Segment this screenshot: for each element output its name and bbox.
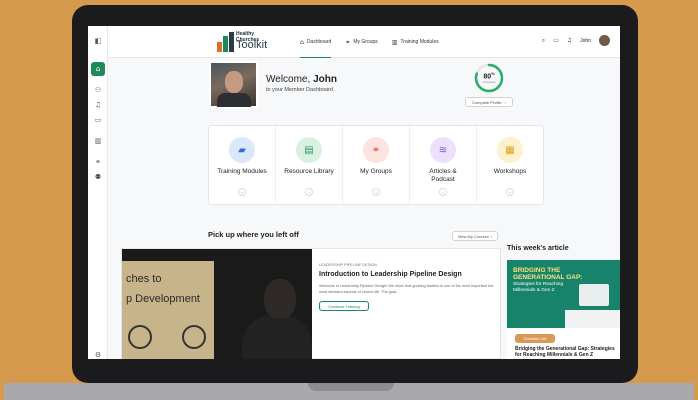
article-image-title: BRIDGING THE GENERATIONAL GAP: bbox=[513, 267, 583, 281]
nav-training-modules-label: Training Modules bbox=[400, 39, 439, 45]
chevron-right-icon[interactable]: › bbox=[372, 188, 380, 196]
bell-icon[interactable]: ♫ bbox=[91, 98, 105, 112]
card-label: Workshops bbox=[493, 168, 527, 175]
sidebar: ◧ ⌂ ⚇ ♫ ▭ ▥ ⚭ ⚉ ⚙ bbox=[88, 26, 108, 359]
welcome-name: John bbox=[313, 74, 337, 85]
profile-icon[interactable]: ⚉ bbox=[91, 170, 105, 184]
card-label: Training Modules bbox=[217, 168, 267, 175]
card-label: Resource Library bbox=[284, 168, 334, 175]
article-title[interactable]: Bridging the Generational Gap: Strategie… bbox=[515, 346, 620, 358]
logo-big-text: Toolkit bbox=[236, 39, 268, 51]
welcome-greeting: Welcome, bbox=[266, 74, 314, 85]
inbox-icon[interactable]: ▭ bbox=[553, 37, 559, 44]
profile-photo bbox=[209, 61, 258, 108]
chevron-right-icon[interactable]: › bbox=[439, 188, 447, 196]
dashboard-icon: ⌂ bbox=[300, 38, 304, 46]
workshops-icon: ▦ bbox=[497, 137, 523, 163]
welcome-subtitle: to your Member Dashboard bbox=[266, 87, 333, 93]
chevron-right-icon[interactable]: › bbox=[506, 188, 514, 196]
article-image-desk bbox=[565, 310, 620, 328]
inbox-icon[interactable]: ▭ bbox=[91, 113, 105, 127]
group-icon[interactable]: ⚭ bbox=[91, 155, 105, 169]
menu-toggle-icon[interactable]: ◧ bbox=[91, 34, 105, 48]
photo-body bbox=[217, 93, 251, 107]
header-actions: ⌕ ▭ ♫ John bbox=[542, 35, 610, 46]
article-tag[interactable]: Christian Life bbox=[515, 334, 555, 343]
logo-bars-icon bbox=[216, 32, 236, 52]
view-my-courses-button[interactable]: View My Courses › bbox=[452, 231, 498, 241]
course-card[interactable]: ches to p Development LEADERSHIP PIPELIN… bbox=[121, 248, 501, 359]
nav-dashboard[interactable]: ⌂ Dashboard bbox=[300, 37, 332, 58]
card-label: My Groups bbox=[360, 168, 392, 175]
user-icon[interactable]: ⚇ bbox=[91, 83, 105, 97]
slide-text: ches to p Development bbox=[126, 269, 200, 309]
home-icon[interactable]: ⌂ bbox=[91, 62, 105, 76]
course-category: LEADERSHIP PIPELINE DESIGN bbox=[319, 263, 377, 267]
article-image: BRIDGING THE GENERATIONAL GAP: Strategie… bbox=[507, 260, 620, 328]
resource-library-icon: ▤ bbox=[296, 137, 322, 163]
book-icon[interactable]: ▥ bbox=[91, 134, 105, 148]
presentation-slide: ches to p Development bbox=[122, 261, 214, 359]
presenter-head bbox=[264, 279, 296, 319]
settings-icon[interactable]: ⚙ bbox=[91, 348, 105, 359]
card-my-groups[interactable]: ⚭ My Groups › bbox=[343, 126, 410, 204]
progress-percent: 80% bbox=[473, 71, 505, 80]
article-heading: This week's article bbox=[507, 245, 569, 252]
article-image-monitor bbox=[579, 284, 609, 306]
complete-profile-button[interactable]: Complete Profile › bbox=[465, 97, 513, 107]
my-groups-icon: ⚭ bbox=[363, 137, 389, 163]
avatar[interactable] bbox=[599, 35, 610, 46]
article-card[interactable]: BRIDGING THE GENERATIONAL GAP: Strategie… bbox=[507, 260, 620, 359]
photo-face bbox=[225, 71, 243, 93]
slide-emblem bbox=[182, 325, 206, 349]
bell-icon[interactable]: ♫ bbox=[567, 37, 572, 44]
presenter-body bbox=[242, 315, 312, 359]
continue-section-title: Pick up where you left off bbox=[208, 230, 299, 239]
search-icon[interactable]: ⌕ bbox=[542, 37, 545, 45]
course-description: Welcome to Leadership Pipeline Design! W… bbox=[319, 284, 494, 294]
top-header: Healthy Churches Toolkit ⌂ Dashboard ⚭ M… bbox=[108, 26, 620, 58]
main-nav: ⌂ Dashboard ⚭ My Groups ▥ Training Modul… bbox=[300, 37, 439, 58]
slide-line-1: ches to bbox=[126, 273, 162, 285]
quick-links: ▰ Training Modules › ▤ Resource Library … bbox=[208, 125, 544, 205]
nav-my-groups-label: My Groups bbox=[353, 39, 378, 45]
groups-icon: ⚭ bbox=[345, 38, 351, 46]
chevron-right-icon[interactable]: › bbox=[238, 188, 246, 196]
card-label: Articles & Podcast bbox=[429, 168, 457, 183]
nav-training-modules[interactable]: ▥ Training Modules bbox=[392, 37, 439, 47]
course-thumbnail: ches to p Development bbox=[122, 249, 312, 359]
welcome-title: Welcome, John bbox=[266, 74, 337, 85]
training-modules-icon: ▰ bbox=[229, 137, 255, 163]
slide-emblem bbox=[128, 325, 152, 349]
course-title[interactable]: Introduction to Leadership Pipeline Desi… bbox=[319, 271, 462, 278]
card-resource-library[interactable]: ▤ Resource Library › bbox=[276, 126, 343, 204]
complete-profile-label: Complete Profile bbox=[472, 99, 502, 105]
healthy-churches-logo[interactable]: Healthy Churches Toolkit bbox=[216, 30, 272, 54]
article-image-subtitle: Strategies for Reaching Millennials & Ge… bbox=[513, 282, 564, 293]
training-icon: ▥ bbox=[391, 38, 398, 46]
rss-icon: ≋ bbox=[430, 137, 456, 163]
chevron-right-icon[interactable]: › bbox=[305, 188, 313, 196]
slide-line-2: p Development bbox=[126, 293, 200, 305]
card-articles-podcast[interactable]: ≋ Articles & Podcast › bbox=[410, 126, 477, 204]
continue-training-button[interactable]: Continue Training bbox=[319, 301, 369, 311]
app-screen: ◧ ⌂ ⚇ ♫ ▭ ▥ ⚭ ⚉ ⚙ Healthy Churches Toolk… bbox=[88, 26, 620, 359]
card-workshops[interactable]: ▦ Workshops › bbox=[477, 126, 543, 204]
view-my-courses-label: View My Courses bbox=[457, 233, 489, 239]
card-training-modules[interactable]: ▰ Training Modules › bbox=[209, 126, 276, 204]
user-name[interactable]: John bbox=[580, 38, 591, 44]
progress-unit: % bbox=[491, 71, 495, 76]
chevron-right-icon: › bbox=[504, 99, 506, 105]
progress-caption: Complete bbox=[482, 80, 496, 84]
nav-my-groups[interactable]: ⚭ My Groups bbox=[345, 37, 377, 47]
chevron-right-icon: › bbox=[490, 233, 493, 239]
nav-dashboard-label: Dashboard bbox=[306, 39, 332, 45]
laptop-notch bbox=[308, 383, 394, 391]
